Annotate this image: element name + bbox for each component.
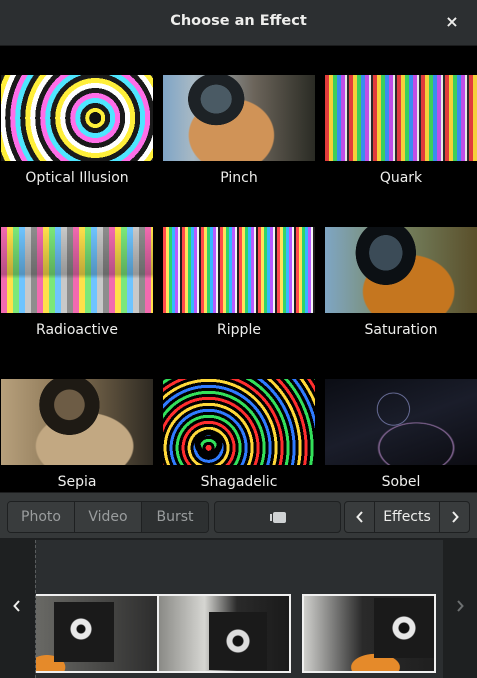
- effect-label: Saturation: [364, 322, 438, 338]
- effect-label: Radioactive: [36, 322, 118, 338]
- close-button[interactable]: ×: [442, 12, 462, 32]
- effect-label: Sepia: [57, 474, 97, 490]
- effect-optical-illusion[interactable]: Optical Illusion: [1, 46, 153, 186]
- close-icon: ×: [445, 12, 459, 31]
- effect-preview: [325, 227, 477, 313]
- chevron-left-icon: [13, 600, 20, 612]
- chevron-right-icon: [451, 511, 459, 523]
- effect-label: Shagadelic: [200, 474, 278, 490]
- mode-video[interactable]: Video: [75, 502, 142, 532]
- effect-sobel[interactable]: Sobel: [325, 350, 477, 490]
- effects-next-button[interactable]: [439, 502, 469, 532]
- camera-icon: [270, 512, 286, 523]
- effects-button[interactable]: Effects: [375, 502, 439, 532]
- thumbnail-strip: [0, 538, 477, 678]
- thumbnail-list: [35, 540, 443, 678]
- chevron-right-icon: [457, 600, 464, 612]
- photo-thumbnail[interactable]: [302, 594, 436, 673]
- take-picture-button[interactable]: [214, 501, 341, 533]
- effect-preview: [325, 379, 477, 465]
- mode-switcher: Photo Video Burst: [7, 501, 209, 533]
- effects-prev-button[interactable]: [345, 502, 375, 532]
- effect-label: Pinch: [220, 170, 258, 186]
- effect-quark[interactable]: Quark: [325, 46, 477, 186]
- effect-label: Quark: [379, 170, 423, 186]
- mode-burst[interactable]: Burst: [142, 502, 208, 532]
- effect-pinch[interactable]: Pinch: [163, 46, 315, 186]
- window-title: Choose an Effect: [170, 13, 307, 29]
- effect-shagadelic[interactable]: Shagadelic: [163, 350, 315, 490]
- effect-preview: [163, 227, 315, 313]
- effect-radioactive[interactable]: Radioactive: [1, 198, 153, 338]
- strip-next-button[interactable]: [450, 596, 470, 616]
- effect-preview: [1, 379, 153, 465]
- photo-thumbnail[interactable]: [157, 594, 291, 673]
- effect-label: Sobel: [381, 474, 421, 490]
- chevron-left-icon: [355, 511, 363, 523]
- effect-sepia[interactable]: Sepia: [1, 350, 153, 490]
- strip-prev-button[interactable]: [7, 596, 27, 616]
- effect-label: Ripple: [217, 322, 261, 338]
- toolbar: Photo Video Burst Effects: [0, 492, 477, 538]
- effect-preview: [325, 75, 477, 161]
- effect-preview: [1, 227, 153, 313]
- effect-ripple[interactable]: Ripple: [163, 198, 315, 338]
- title-bar: Choose an Effect ×: [0, 0, 477, 46]
- effect-preview: [163, 379, 315, 465]
- effect-label: Optical Illusion: [25, 170, 129, 186]
- effect-saturation[interactable]: Saturation: [325, 198, 477, 338]
- effect-preview: [163, 75, 315, 161]
- effects-grid: Optical Illusion Pinch Quark Radioactive…: [0, 46, 477, 492]
- photo-thumbnail[interactable]: [36, 594, 166, 673]
- mode-photo[interactable]: Photo: [8, 502, 75, 532]
- effects-switcher: Effects: [344, 501, 470, 533]
- effect-preview: [1, 75, 153, 161]
